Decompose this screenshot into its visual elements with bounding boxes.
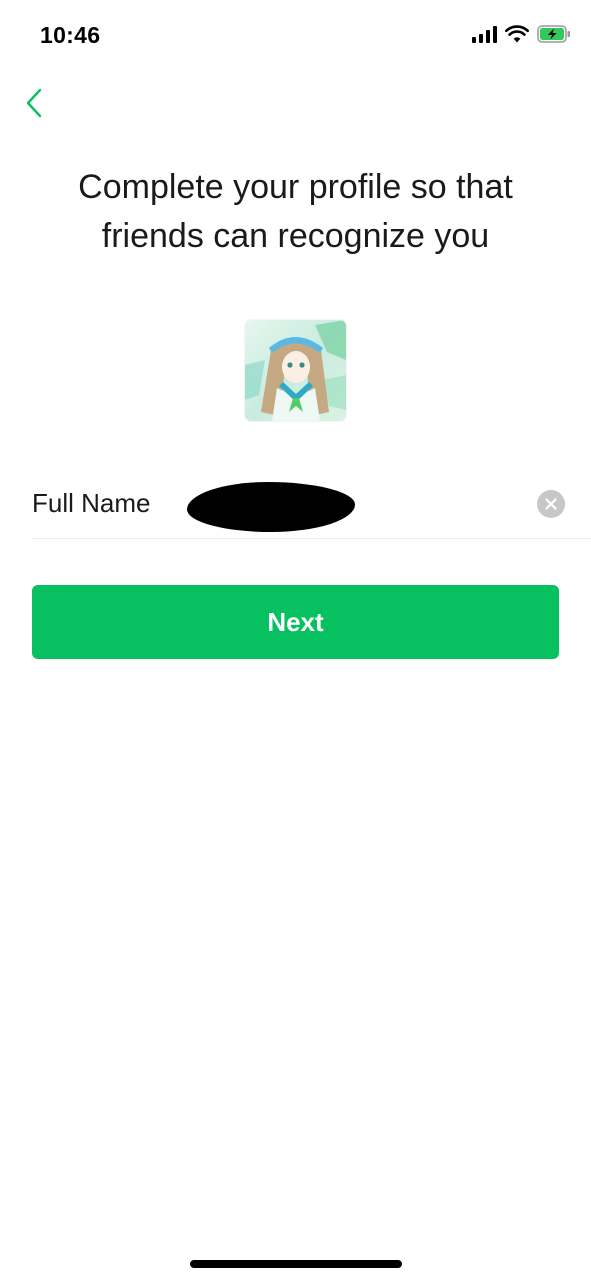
clear-input-button[interactable]	[537, 490, 565, 518]
back-button[interactable]	[20, 84, 56, 124]
chevron-left-icon	[26, 88, 42, 118]
profile-avatar[interactable]	[245, 320, 346, 421]
status-icons	[472, 24, 571, 44]
status-bar: 10:46	[0, 0, 591, 70]
wifi-icon	[505, 25, 529, 43]
next-button[interactable]: Next	[32, 585, 559, 659]
page-title-line-1: Complete your profile so that	[78, 168, 513, 206]
page-title-line-2: friends can recognize you	[101, 217, 490, 255]
avatar-image	[245, 320, 346, 421]
page-title: Complete your profile so that friends ca…	[0, 163, 591, 261]
status-time: 10:46	[40, 22, 101, 48]
home-indicator	[190, 1260, 402, 1268]
battery-charging-icon	[537, 24, 571, 44]
full-name-label: Full Name	[32, 488, 151, 518]
signal-icon	[472, 25, 497, 43]
clear-x-icon	[545, 498, 557, 510]
full-name-row: Full Name	[32, 476, 591, 539]
full-name-input[interactable]	[187, 482, 522, 526]
